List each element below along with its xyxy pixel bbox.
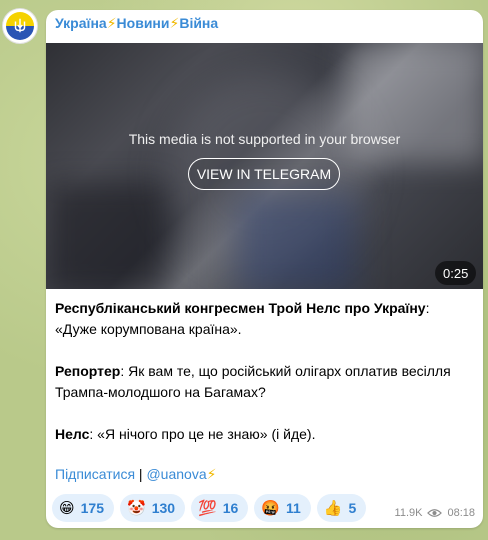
channel-name-part: Україна (55, 15, 107, 31)
thumbs-up-icon: 👍 (323, 499, 343, 517)
reaction-hundred[interactable]: 💯 16 (191, 494, 249, 522)
reactions-bar: 😁 175 🤡 130 💯 16 🤬 11 👍 5 (52, 494, 367, 522)
eye-icon (427, 509, 443, 517)
hundred-points-icon: 💯 (198, 499, 217, 517)
clown-emoji-icon: 🤡 (127, 499, 146, 517)
grin-emoji-icon: 😁 (59, 499, 75, 517)
reaction-count: 175 (80, 500, 104, 516)
lightning-icon: ⚡ (106, 15, 117, 31)
message-time: 08:18 (447, 507, 475, 519)
reaction-thumbs-up[interactable]: 👍 5 (316, 494, 367, 522)
channel-name-link[interactable]: Україна⚡Новини⚡Війна (55, 15, 218, 35)
speaker-bold: Нелс (55, 426, 90, 442)
reaction-grin[interactable]: 😁 175 (52, 494, 114, 522)
lightning-icon: ⚡ (169, 15, 180, 31)
reaction-clown[interactable]: 🤡 130 (120, 494, 186, 522)
video-preview[interactable]: This media is not supported in your brow… (46, 43, 483, 289)
reaction-count: 11 (286, 500, 301, 516)
paragraph-nels: Нелс: «Я нічого про це не знаю» (і йде). (55, 426, 316, 442)
reaction-angry[interactable]: 🤬 11 (254, 494, 311, 522)
view-count: 11.9K (394, 507, 423, 519)
channel-name-part: Війна (179, 15, 219, 31)
angry-face-icon: 🤬 (261, 499, 280, 517)
message-meta: 11.9K 08:18 (395, 507, 475, 519)
message-text: Республіканський конгресмен Трой Нелс пр… (55, 298, 475, 466)
reaction-count: 5 (348, 500, 357, 516)
view-in-telegram-button[interactable]: VIEW IN TELEGRAM (188, 158, 340, 190)
video-duration-badge: 0:25 (435, 261, 477, 285)
reaction-count: 16 (222, 500, 239, 516)
paragraph-quote: Республіканський конгресмен Трой Нелс пр… (55, 300, 430, 337)
channel-handle-link[interactable]: @uanova (146, 466, 206, 482)
unsupported-media-message: This media is not supported in your brow… (128, 131, 401, 147)
speaker-bold: Республіканський конгресмен Трой Нелс пр… (55, 300, 426, 316)
channel-avatar[interactable] (2, 8, 38, 44)
message-bubble: Україна⚡Новини⚡Війна This media is not s… (46, 10, 483, 528)
footer-links: Підписатися | @uanova⚡ (55, 466, 216, 483)
reaction-count: 130 (151, 500, 176, 516)
channel-name-part: Новини (116, 15, 170, 31)
speaker-bold: Репортер (55, 363, 121, 379)
lightning-icon: ⚡ (206, 466, 217, 482)
trident-icon (6, 12, 34, 40)
subscribe-link[interactable]: Підписатися (55, 466, 135, 482)
paragraph-reporter: Репортер: Як вам те, що російський оліга… (55, 363, 451, 400)
link-separator: | (135, 466, 147, 482)
